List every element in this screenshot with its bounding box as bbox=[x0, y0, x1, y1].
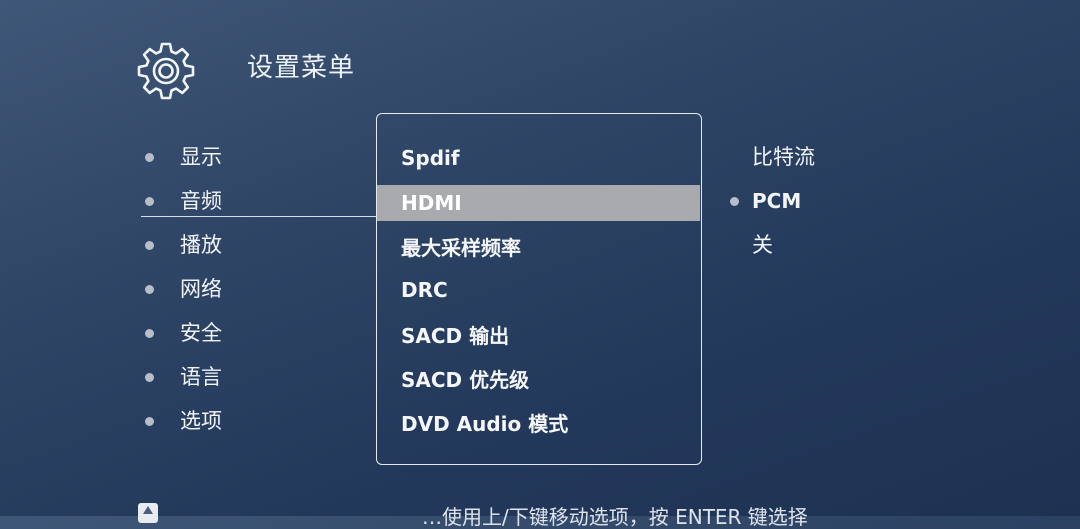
active-menu-underline bbox=[141, 216, 377, 217]
menu-item-audio[interactable]: 音频 bbox=[145, 186, 375, 216]
submenu-item-drc[interactable]: DRC bbox=[377, 272, 700, 308]
submenu-item-sacd-output[interactable]: SACD 输出 bbox=[377, 316, 700, 352]
option-label: PCM bbox=[752, 189, 802, 213]
bullet-icon bbox=[145, 372, 154, 382]
menu-item-playback[interactable]: 播放 bbox=[145, 230, 375, 260]
option-label: 关 bbox=[752, 233, 773, 257]
submenu-item-dvd-audio-mode[interactable]: DVD Audio 模式 bbox=[377, 404, 700, 440]
menu-item-network[interactable]: 网络 bbox=[145, 274, 375, 304]
bullet-icon bbox=[145, 240, 154, 250]
option-off[interactable]: 关 bbox=[730, 230, 930, 260]
gear-icon bbox=[136, 40, 196, 100]
menu-item-label: 选项 bbox=[180, 409, 222, 433]
menu-item-options[interactable]: 选项 bbox=[145, 406, 375, 436]
bullet-icon bbox=[145, 196, 154, 206]
menu-item-language[interactable]: 语言 bbox=[145, 362, 375, 392]
up-arrow-icon bbox=[138, 503, 158, 523]
submenu-item-hdmi[interactable]: HDMI bbox=[377, 185, 700, 221]
option-pcm[interactable]: PCM bbox=[730, 186, 930, 216]
selected-bullet-icon bbox=[730, 196, 739, 206]
option-bitstream[interactable]: 比特流 bbox=[730, 142, 930, 172]
bullet-icon bbox=[145, 284, 154, 294]
page-title: 设置菜单 bbox=[247, 53, 356, 83]
submenu-item-sacd-priority[interactable]: SACD 优先级 bbox=[377, 360, 700, 396]
menu-item-label: 音频 bbox=[180, 189, 222, 213]
menu-item-display[interactable]: 显示 bbox=[145, 142, 375, 172]
footer-hint: …使用上/下键移动选项，按 ENTER 键选择 bbox=[422, 505, 808, 529]
menu-item-security[interactable]: 安全 bbox=[145, 318, 375, 348]
submenu-item-max-sampling-rate[interactable]: 最大采样频率 bbox=[377, 228, 700, 264]
menu-item-label: 显示 bbox=[180, 145, 222, 169]
bullet-icon bbox=[145, 328, 154, 338]
bullet-icon bbox=[145, 416, 154, 426]
bullet-icon bbox=[145, 152, 154, 162]
audio-submenu: Spdif HDMI 最大采样频率 DRC SACD 输出 SACD 优先级 D… bbox=[376, 113, 702, 465]
menu-item-label: 语言 bbox=[180, 365, 222, 389]
menu-item-label: 网络 bbox=[180, 277, 222, 301]
menu-item-label: 播放 bbox=[180, 233, 222, 257]
menu-item-label: 安全 bbox=[180, 321, 222, 345]
submenu-item-spdif[interactable]: Spdif bbox=[377, 140, 700, 176]
option-label: 比特流 bbox=[752, 145, 815, 169]
